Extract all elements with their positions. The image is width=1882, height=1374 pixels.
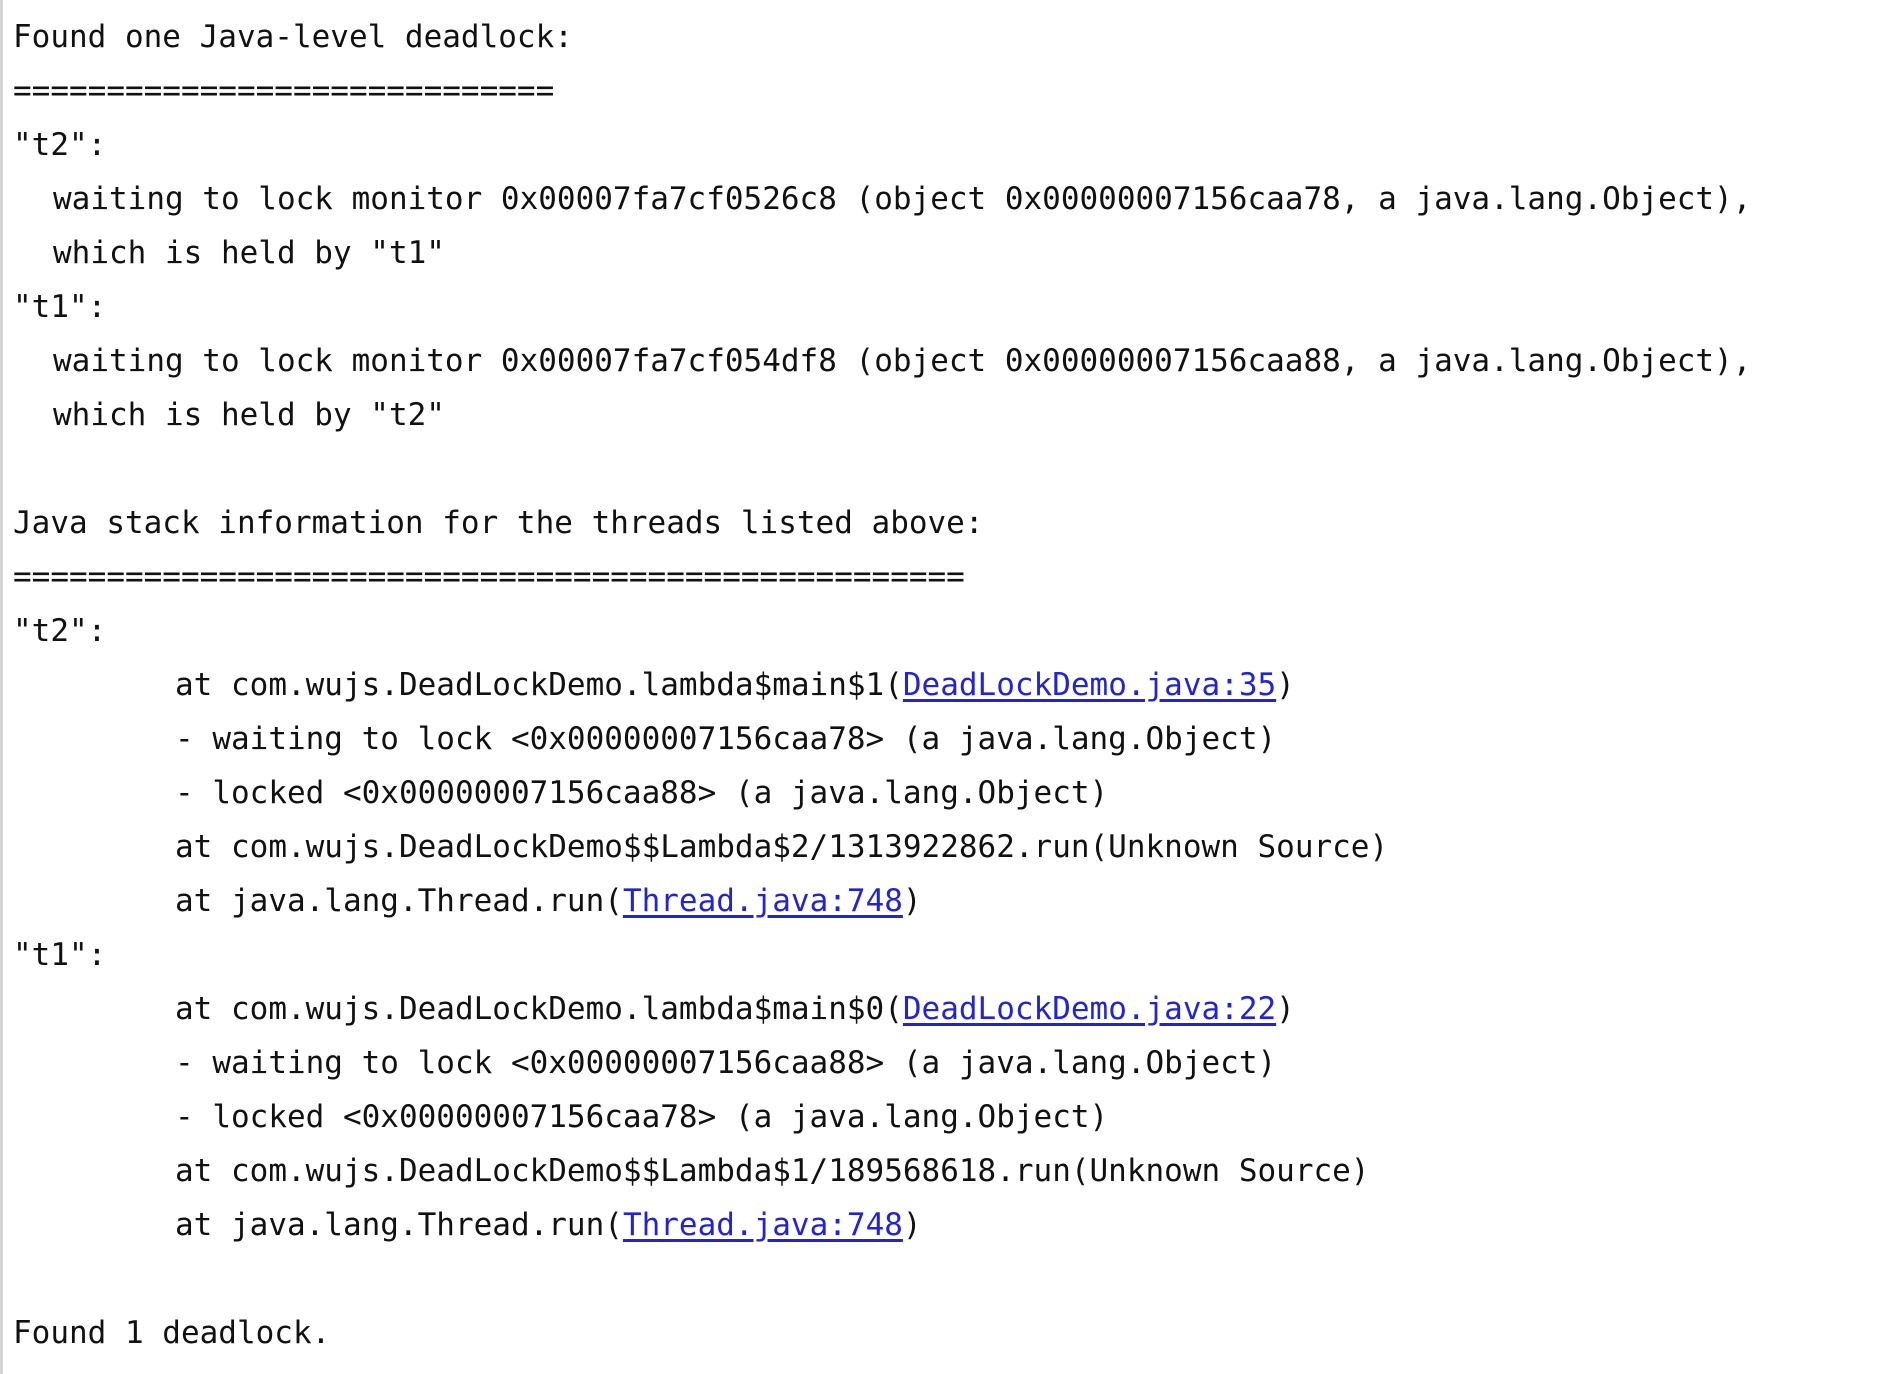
stack-frame: at com.wujs.DeadLockDemo$$Lambda$1/18956… <box>175 1153 1370 1189</box>
separator-line: ============================= <box>13 73 555 109</box>
stack-waiting-line: - waiting to lock <0x00000007156caa78> (… <box>175 721 1277 757</box>
stack-frame: at com.wujs.DeadLockDemo.lambda$main$0(D… <box>13 982 1882 1036</box>
stack-frame-text: at java.lang.Thread.run( <box>175 1207 623 1243</box>
stack-locked-line: - locked <0x00000007156caa78> (a java.la… <box>175 1099 1109 1135</box>
stack-frame: at com.wujs.DeadLockDemo.lambda$main$1(D… <box>13 658 1882 712</box>
stack-frame-text: ) <box>1276 667 1295 703</box>
stack-frame-text: at com.wujs.DeadLockDemo.lambda$main$1( <box>175 667 903 703</box>
stack-header: Java stack information for the threads l… <box>13 505 984 541</box>
console-output-panel: Found one Java-level deadlock: =========… <box>0 0 1882 1374</box>
stack-frame-text: ) <box>902 883 922 919</box>
deadlock-waiting-line: waiting to lock monitor 0x00007fa7cf0526… <box>53 181 1752 217</box>
stack-frame: at java.lang.Thread.run(Thread.java:748) <box>13 874 1882 928</box>
source-link[interactable]: Thread.java:748 <box>623 883 903 919</box>
stack-frame-text: at com.wujs.DeadLockDemo.lambda$main$0( <box>175 991 903 1027</box>
deadlock-waiting-line: waiting to lock monitor 0x00007fa7cf054d… <box>53 343 1752 379</box>
deadlock-thread-name: "t1": <box>13 289 107 325</box>
separator-line: ========================================… <box>13 559 965 595</box>
stack-frame: at java.lang.Thread.run(Thread.java:748) <box>13 1198 1882 1252</box>
source-link[interactable]: Thread.java:748 <box>623 1207 903 1243</box>
source-link[interactable]: DeadLockDemo.java:22 <box>903 991 1276 1027</box>
stack-locked-line: - locked <0x00000007156caa88> (a java.la… <box>175 775 1109 811</box>
stack-frame: at com.wujs.DeadLockDemo$$Lambda$2/13139… <box>175 829 1389 865</box>
stack-frame-text: ) <box>1276 991 1295 1027</box>
stack-thread-name: "t1": <box>13 937 107 973</box>
stack-waiting-line: - waiting to lock <0x00000007156caa88> (… <box>175 1045 1277 1081</box>
deadlock-held-by-line: which is held by "t2" <box>53 397 445 433</box>
stack-frame-text: at java.lang.Thread.run( <box>175 883 623 919</box>
deadlock-header: Found one Java-level deadlock: <box>13 19 573 55</box>
deadlock-thread-name: "t2": <box>13 127 107 163</box>
stack-frame-text: ) <box>902 1207 922 1243</box>
source-link[interactable]: DeadLockDemo.java:35 <box>903 667 1276 703</box>
deadlock-held-by-line: which is held by "t1" <box>53 235 445 271</box>
stack-thread-name: "t2": <box>13 613 107 649</box>
console-text: Found one Java-level deadlock: =========… <box>13 10 1882 1360</box>
deadlock-footer: Found 1 deadlock. <box>13 1315 331 1351</box>
